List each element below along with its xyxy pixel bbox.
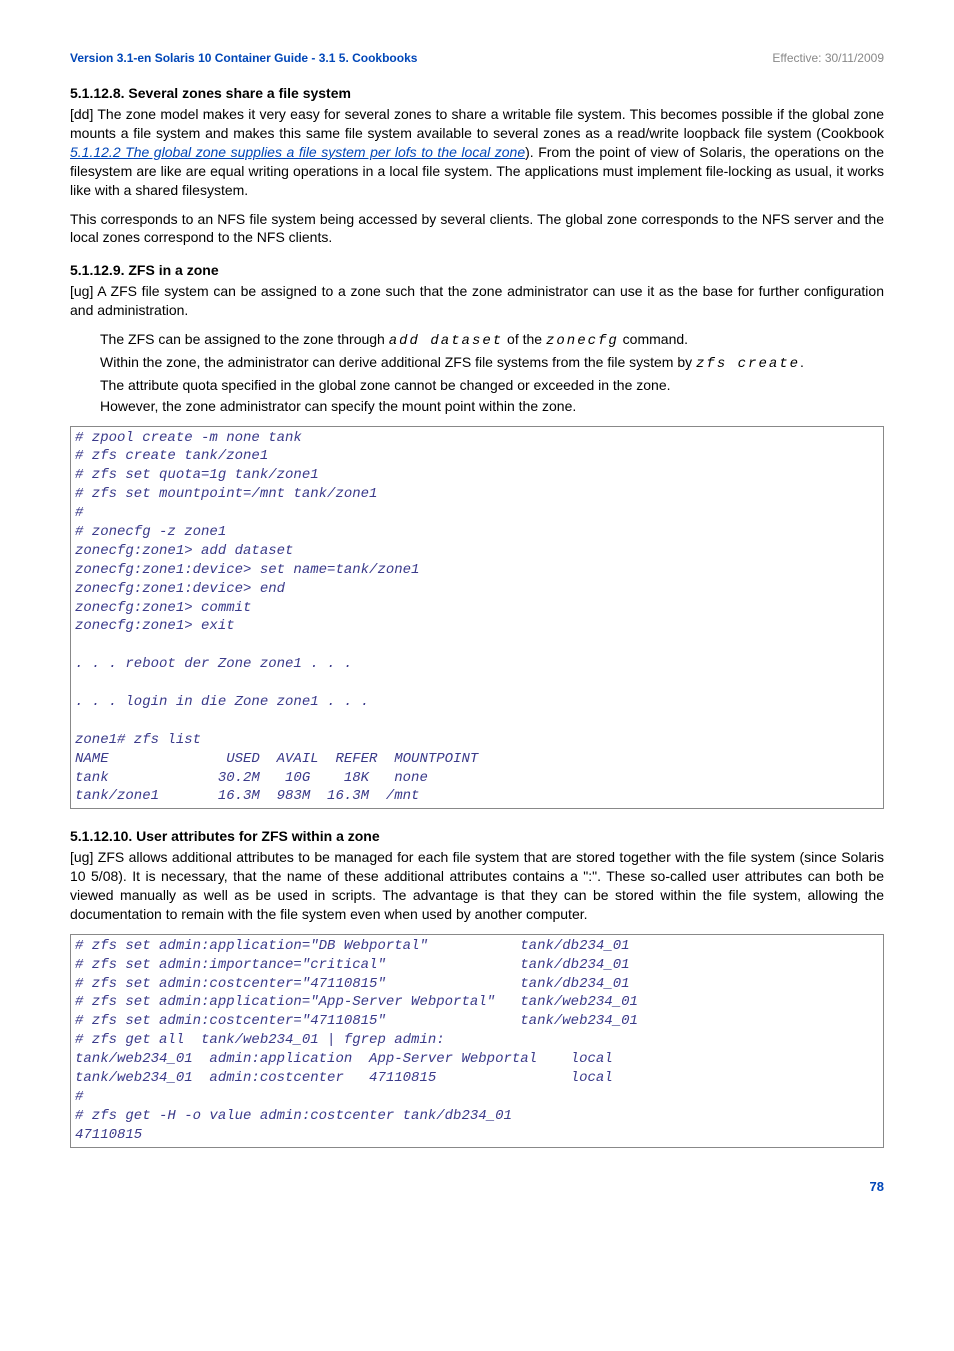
header-left: Version 3.1-en Solaris 10 Container Guid… xyxy=(70,50,417,66)
sec2-para1: [ug] A ZFS file system can be assigned t… xyxy=(70,282,884,320)
code-block-zfs-zone: # zpool create -m none tank # zfs create… xyxy=(70,426,884,810)
cmd-zonecfg: zonecfg xyxy=(546,333,619,349)
bullet-2: Within the zone, the administrator can d… xyxy=(100,353,884,374)
effective-date: Effective: 30/11/2009 xyxy=(772,50,884,66)
section-5-1-12-8-title: 5.1.12.8. Several zones share a file sys… xyxy=(70,84,884,103)
cmd-zfs-create: zfs create xyxy=(696,356,800,372)
breadcrumb: Solaris 10 Container Guide - 3.1 5. Cook… xyxy=(151,51,417,65)
sec3-para1: [ug] ZFS allows additional attributes to… xyxy=(70,848,884,924)
page-header: Version 3.1-en Solaris 10 Container Guid… xyxy=(70,50,884,66)
bullet-3: The attribute quota specified in the glo… xyxy=(100,376,884,395)
version-label: Version 3.1-en xyxy=(70,51,151,65)
sec2-bullets: The ZFS can be assigned to the zone thro… xyxy=(100,330,884,416)
sec1-para2: This corresponds to an NFS file system b… xyxy=(70,210,884,248)
sec1-para1: [dd] The zone model makes it very easy f… xyxy=(70,105,884,199)
bullet-4: However, the zone administrator can spec… xyxy=(100,397,884,416)
cmd-add-dataset: add dataset xyxy=(389,333,503,349)
cookbook-link[interactable]: 5.1.12.2 The global zone supplies a file… xyxy=(70,144,525,160)
bullet-1: The ZFS can be assigned to the zone thro… xyxy=(100,330,884,351)
page-number: 78 xyxy=(70,1178,884,1196)
section-5-1-12-10-title: 5.1.12.10. User attributes for ZFS withi… xyxy=(70,827,884,846)
sec1-p1a: [dd] The zone model makes it very easy f… xyxy=(70,106,884,141)
code-block-zfs-attrs: # zfs set admin:application="DB Webporta… xyxy=(70,934,884,1148)
section-5-1-12-9-title: 5.1.12.9. ZFS in a zone xyxy=(70,261,884,280)
